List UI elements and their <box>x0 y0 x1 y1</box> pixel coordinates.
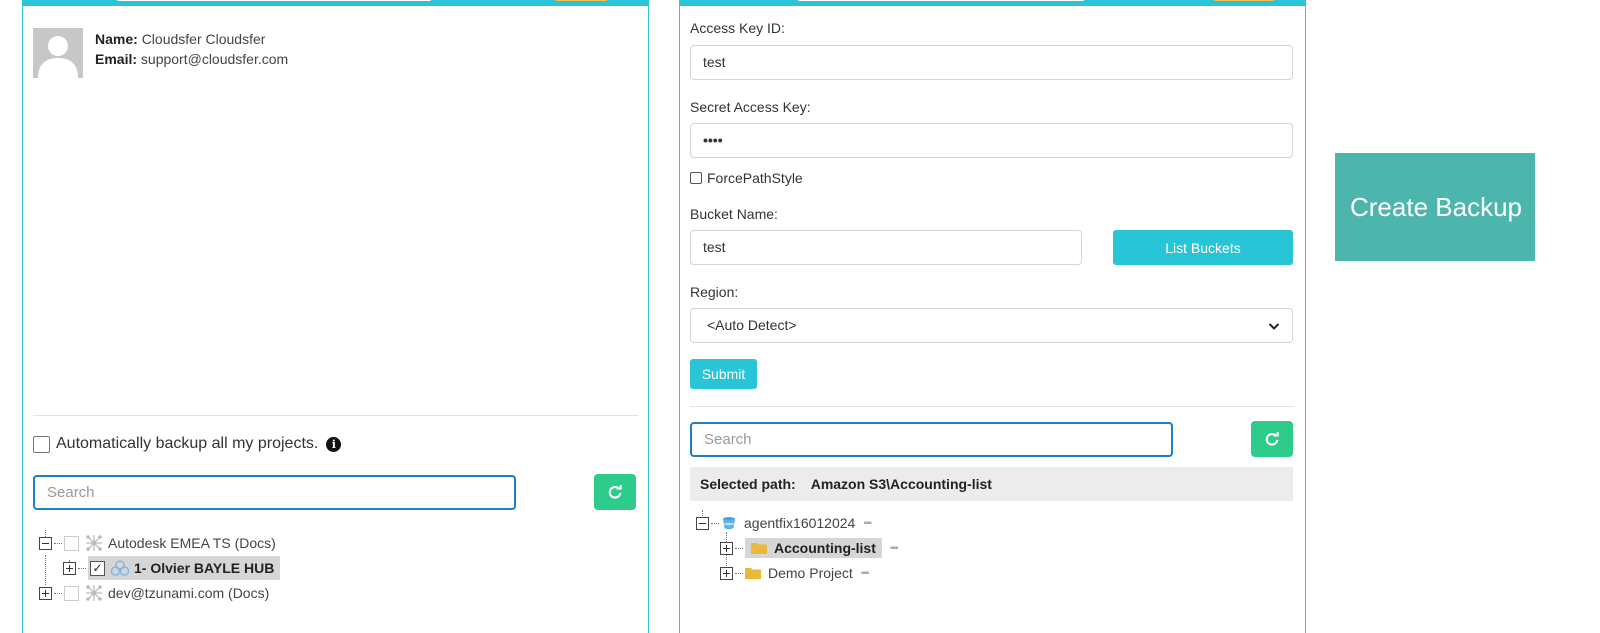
tree-node-label: dev@tzunami.com (Docs) <box>108 585 270 601</box>
access-key-input[interactable]: test <box>690 45 1293 80</box>
email-label: Email: <box>95 51 138 67</box>
auto-backup-checkbox[interactable] <box>33 435 50 453</box>
header-field <box>796 0 1086 1</box>
list-buckets-button[interactable]: List Buckets <box>1113 230 1293 265</box>
tree-node[interactable]: ✓ 1- Olvier BAYLE HUB <box>63 556 281 580</box>
selected-path-label: Selected path: <box>700 476 796 492</box>
chevron-down-icon <box>1268 323 1280 330</box>
tree-node[interactable]: Autodesk EMEA TS (Docs) <box>39 531 276 555</box>
force-path-style-option: ForcePathStyle <box>690 170 803 186</box>
info-icon[interactable]: i <box>326 436 342 452</box>
selected-node[interactable]: Accounting-list <box>745 538 882 558</box>
expand-icon[interactable] <box>39 586 52 600</box>
folder-icon <box>745 568 761 579</box>
expand-icon[interactable] <box>720 541 733 555</box>
auto-backup-label: Automatically backup all my projects. <box>56 435 319 452</box>
access-key-label: Access Key ID: <box>690 20 785 36</box>
person-avatar-icon <box>33 28 83 78</box>
source-panel: Name: Cloudsfer Cloudsfer Email: support… <box>22 0 649 633</box>
tree-node-label: Autodesk EMEA TS (Docs) <box>108 535 276 551</box>
secret-key-input[interactable]: •••• <box>690 123 1293 158</box>
refresh-button[interactable] <box>1251 421 1293 457</box>
tree-node[interactable]: Accounting-list ▪▪▪ <box>720 536 898 560</box>
destination-panel: Access Key ID: test Secret Access Key: •… <box>679 0 1306 633</box>
user-info: Name: Cloudsfer Cloudsfer Email: support… <box>95 29 288 69</box>
more-dots[interactable]: ▪▪▪ <box>863 518 872 529</box>
more-dots[interactable]: ▪▪▪ <box>890 543 899 554</box>
tree-node-label: Demo Project <box>768 565 853 581</box>
expand-icon[interactable] <box>720 566 733 580</box>
auto-backup-option: Automatically backup all my projects. i <box>33 435 342 453</box>
collapse-icon[interactable] <box>39 536 52 550</box>
selected-path-value: Amazon S3\Accounting-list <box>810 476 992 492</box>
panel-header-bar <box>23 0 648 6</box>
tree-node[interactable]: agentfix16012024 ▪▪▪ <box>696 511 872 535</box>
name-label: Name: <box>95 31 138 47</box>
search-input[interactable]: Search <box>33 475 516 510</box>
bucket-name-label: Bucket Name: <box>690 206 778 222</box>
folder-icon <box>751 543 767 554</box>
tree-checkbox-checked[interactable]: ✓ <box>90 560 105 576</box>
bucket-name-input[interactable]: test <box>690 230 1082 265</box>
force-path-style-label: ForcePathStyle <box>707 170 803 186</box>
user-name: Cloudsfer Cloudsfer <box>141 31 266 47</box>
panel-header-bar <box>680 0 1305 6</box>
more-dots[interactable]: ▪▪▪ <box>861 568 870 579</box>
hub-network-icon <box>86 585 102 601</box>
tree-checkbox[interactable] <box>64 535 79 551</box>
user-email: support@cloudsfer.com <box>140 51 289 67</box>
selected-node[interactable]: ✓ 1- Olvier BAYLE HUB <box>88 556 281 580</box>
collapse-icon[interactable] <box>696 516 709 530</box>
refresh-icon <box>608 485 622 499</box>
create-backup-button[interactable]: Create Backup <box>1335 153 1535 261</box>
expand-icon[interactable] <box>63 561 76 575</box>
header-button[interactable] <box>553 0 609 1</box>
tree-node-label: Accounting-list <box>774 540 876 556</box>
hub-network-icon <box>86 535 102 551</box>
tree-node-label: agentfix16012024 <box>744 515 856 531</box>
refresh-icon <box>1265 432 1279 446</box>
submit-button[interactable]: Submit <box>690 359 757 389</box>
region-label: Region: <box>690 284 739 300</box>
region-value: <Auto Detect> <box>707 317 797 333</box>
region-select[interactable]: <Auto Detect> <box>690 308 1293 343</box>
tree-checkbox[interactable] <box>64 585 79 601</box>
cloud-hub-icon <box>110 560 130 576</box>
selected-path-bar: Selected path: Amazon S3\Accounting-list <box>690 467 1293 501</box>
tree-node[interactable]: Demo Project ▪▪▪ <box>720 561 870 585</box>
refresh-button[interactable] <box>594 474 636 510</box>
tree-node[interactable]: dev@tzunami.com (Docs) <box>39 581 269 605</box>
search-input[interactable]: Search <box>690 422 1173 457</box>
secret-key-label: Secret Access Key: <box>690 99 811 115</box>
bucket-icon <box>723 517 735 530</box>
header-button[interactable] <box>1212 0 1276 1</box>
force-path-style-checkbox[interactable] <box>690 172 702 184</box>
divider <box>33 415 638 416</box>
tree-node-label: 1- Olvier BAYLE HUB <box>134 560 275 576</box>
divider <box>690 406 1295 407</box>
header-field <box>115 0 433 1</box>
